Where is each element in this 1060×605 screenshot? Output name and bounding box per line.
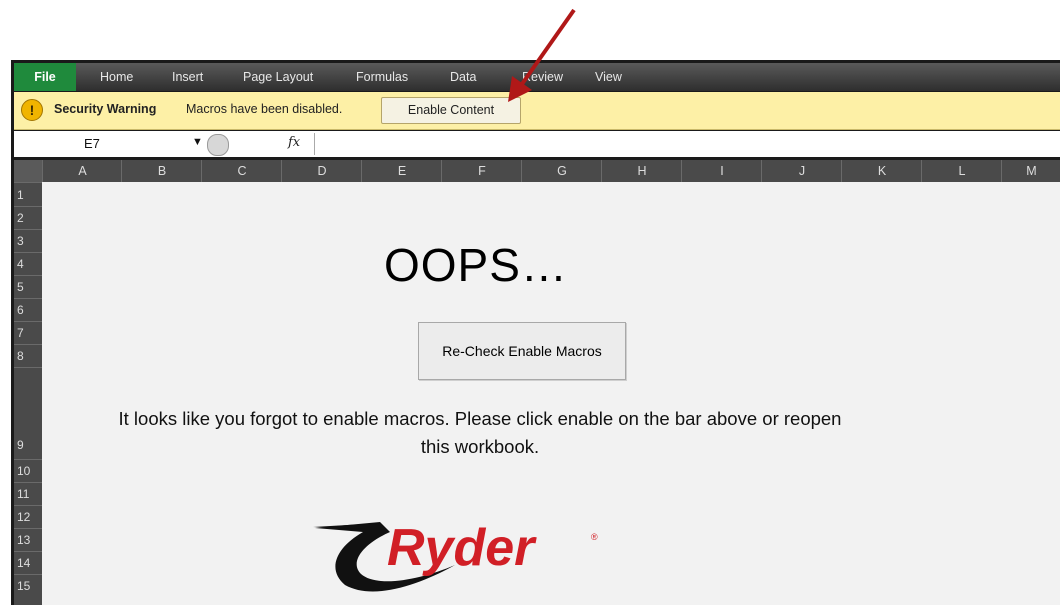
svg-text:®: ®: [591, 532, 598, 542]
ryder-logo-wordmark: Ryder: [387, 519, 537, 577]
column-header-a[interactable]: A: [42, 160, 122, 182]
column-header-e[interactable]: E: [361, 160, 442, 182]
row-header-12[interactable]: 12: [14, 505, 42, 528]
row-header-8[interactable]: 8: [14, 344, 42, 367]
cell-reference: E7: [84, 136, 100, 151]
column-header-k[interactable]: K: [841, 160, 922, 182]
column-header-c[interactable]: C: [201, 160, 282, 182]
row-header-14[interactable]: 14: [14, 551, 42, 574]
name-box[interactable]: E7 ▼: [14, 133, 203, 155]
column-header-g[interactable]: G: [521, 160, 602, 182]
column-header-b[interactable]: B: [121, 160, 202, 182]
row-header-1[interactable]: 1: [14, 182, 42, 206]
row-header-9[interactable]: 9: [14, 367, 42, 459]
formula-bar: E7 ▼ fx: [14, 131, 1060, 157]
macro-message-line-1: It looks like you forgot to enable macro…: [118, 408, 842, 429]
row-header-3[interactable]: 3: [14, 229, 42, 252]
row-header-2[interactable]: 2: [14, 206, 42, 229]
row-header-11[interactable]: 11: [14, 482, 42, 505]
row-header-5[interactable]: 5: [14, 275, 42, 298]
row-header-4[interactable]: 4: [14, 252, 42, 275]
column-header-i[interactable]: I: [681, 160, 762, 182]
column-header-h[interactable]: H: [601, 160, 682, 182]
macro-message-line-2: this workbook.: [420, 436, 540, 457]
oops-heading: OOPS…: [384, 239, 568, 291]
insert-function-icon[interactable]: fx: [288, 135, 300, 150]
column-header-f[interactable]: F: [441, 160, 522, 182]
row-header-10[interactable]: 10: [14, 459, 42, 482]
column-header-j[interactable]: J: [761, 160, 842, 182]
macro-message: It looks like you forgot to enable macro…: [50, 405, 910, 461]
formula-input[interactable]: [314, 133, 1060, 155]
formula-bar-resize-handle[interactable]: [207, 134, 229, 156]
row-headers: 1 2 3 4 5 6 7 8 9 10 11 12 13 14 15: [14, 182, 42, 605]
chevron-down-icon[interactable]: ▼: [192, 136, 203, 148]
column-headers: A B C D E F G H I J K L M: [14, 160, 1060, 182]
ryder-logo: Ryder ®: [313, 519, 598, 592]
column-header-d[interactable]: D: [281, 160, 362, 182]
row-header-6[interactable]: 6: [14, 298, 42, 321]
row-header-15[interactable]: 15: [14, 574, 42, 597]
column-header-l[interactable]: L: [921, 160, 1002, 182]
row-header-7[interactable]: 7: [14, 321, 42, 344]
select-all-button[interactable]: [14, 160, 42, 182]
annotation-arrow: [508, 8, 576, 102]
column-header-m[interactable]: M: [1001, 160, 1060, 182]
row-header-13[interactable]: 13: [14, 528, 42, 551]
recheck-enable-macros-button[interactable]: Re-Check Enable Macros: [418, 322, 626, 380]
